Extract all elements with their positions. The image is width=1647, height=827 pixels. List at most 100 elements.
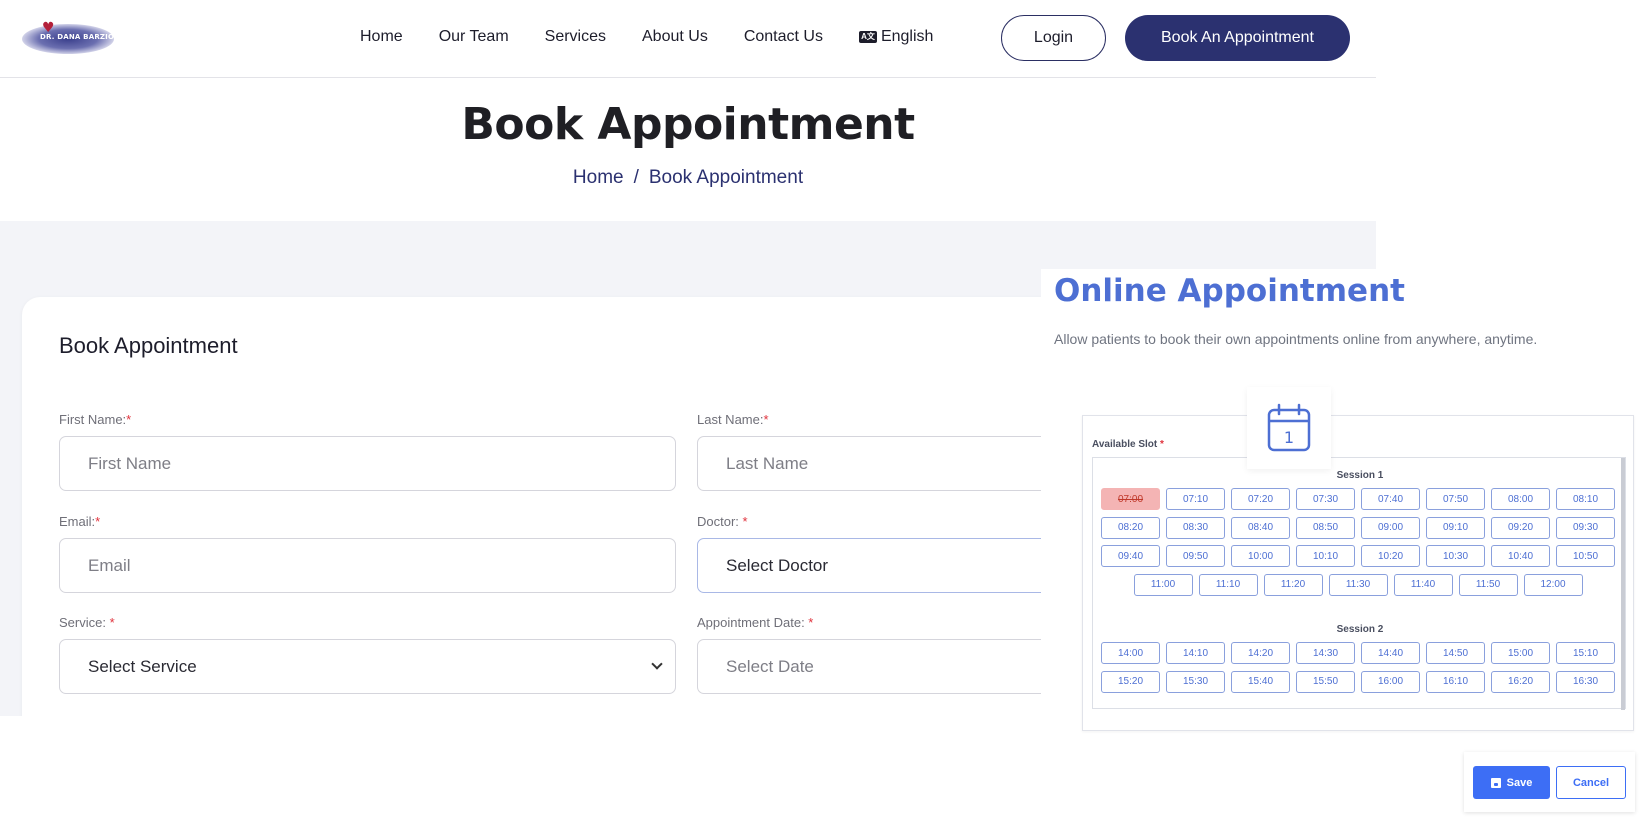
required-mark: * xyxy=(763,412,769,427)
time-slot[interactable]: 10:00 xyxy=(1231,545,1290,567)
slot-row: 14:00 14:10 14:20 14:30 14:40 14:50 15:00 15:10 xyxy=(1093,642,1623,664)
nav-about-us[interactable]: About Us xyxy=(642,28,708,46)
time-slot[interactable]: 10:10 xyxy=(1296,545,1355,567)
time-slot[interactable]: 07:00 xyxy=(1101,488,1160,510)
breadcrumb-separator: / xyxy=(633,167,639,188)
time-slot[interactable]: 11:10 xyxy=(1198,573,1258,596)
nav-our-team[interactable]: Our Team xyxy=(439,28,509,46)
email-input[interactable]: Email xyxy=(59,538,676,593)
breadcrumb: Home / Book Appointment xyxy=(0,167,1376,189)
time-slot[interactable]: 11:30 xyxy=(1328,573,1388,596)
time-slot[interactable]: 09:00 xyxy=(1361,516,1420,539)
scrollbar[interactable] xyxy=(1621,458,1625,710)
time-slot[interactable]: 09:10 xyxy=(1426,516,1485,539)
slot-list[interactable]: Session 1 07:00 07:10 07:20 07:30 07:40 07:50… xyxy=(1092,457,1626,710)
time-slot[interactable]: 07:30 xyxy=(1296,488,1355,510)
last-name-label-text: Last Name: xyxy=(697,412,764,427)
session-1-title: Session 1 xyxy=(1336,470,1384,481)
time-slot[interactable]: 15:40 xyxy=(1231,670,1290,693)
time-slot[interactable]: 11:40 xyxy=(1393,573,1453,596)
time-slot[interactable]: 08:00 xyxy=(1491,488,1550,510)
form-title: Book Appointment xyxy=(59,333,238,358)
time-slot[interactable]: 11:20 xyxy=(1263,573,1323,596)
calendar-day: 1 xyxy=(1284,428,1294,447)
time-slot[interactable]: 14:10 xyxy=(1166,642,1225,664)
book-appointment-button[interactable]: Book An Appointment xyxy=(1125,15,1350,61)
time-slot[interactable]: 07:40 xyxy=(1361,488,1420,510)
time-slot[interactable]: 12:00 xyxy=(1523,573,1583,596)
calendar-badge: 1 xyxy=(1247,387,1331,469)
online-appointment-title: Online Appointment xyxy=(1054,273,1405,309)
time-slot[interactable]: 15:30 xyxy=(1166,670,1225,693)
time-slot[interactable]: 14:00 xyxy=(1101,642,1160,664)
save-button[interactable]: Save xyxy=(1473,766,1550,799)
time-slot[interactable]: 14:30 xyxy=(1296,642,1355,664)
time-slot[interactable]: 08:30 xyxy=(1166,516,1225,539)
time-slot[interactable]: 07:10 xyxy=(1166,488,1225,510)
time-slot[interactable]: 14:50 xyxy=(1426,642,1485,664)
first-name-input[interactable]: First Name xyxy=(59,436,676,491)
time-slot[interactable]: 16:30 xyxy=(1556,670,1615,693)
time-slot[interactable]: 09:50 xyxy=(1166,545,1225,567)
appointment-date-label-text: Appointment Date: xyxy=(697,615,809,630)
translate-icon: A文 xyxy=(858,31,877,43)
time-slot[interactable]: 10:40 xyxy=(1491,545,1550,567)
time-slot[interactable]: 14:40 xyxy=(1361,642,1420,664)
slot-row: 15:20 15:30 15:40 15:50 16:00 16:10 16:20 16:30 xyxy=(1093,670,1623,693)
time-slot[interactable]: 16:20 xyxy=(1491,670,1550,693)
time-slot[interactable]: 09:30 xyxy=(1556,516,1615,539)
main-nav: Home Our Team Services About Us Contact … xyxy=(360,28,969,46)
time-slot[interactable]: 09:20 xyxy=(1491,516,1550,539)
nav-services[interactable]: Services xyxy=(545,28,606,46)
breadcrumb-home[interactable]: Home xyxy=(573,167,624,189)
required-mark: * xyxy=(126,412,132,427)
time-slot[interactable]: 08:50 xyxy=(1296,516,1355,539)
time-slot[interactable]: 15:00 xyxy=(1491,642,1550,664)
online-appointment-panel: Online Appointment Allow patients to boo… xyxy=(1041,269,1647,827)
time-slot[interactable]: 11:00 xyxy=(1133,573,1193,596)
time-slot[interactable]: 09:40 xyxy=(1101,545,1160,567)
first-name-label: First Name:* xyxy=(59,412,131,427)
cancel-button[interactable]: Cancel xyxy=(1556,766,1626,799)
email-label: Email:* xyxy=(59,514,100,529)
time-slot[interactable]: 10:30 xyxy=(1426,545,1485,567)
time-slot[interactable]: 10:20 xyxy=(1361,545,1420,567)
required-mark: * xyxy=(742,514,748,529)
logo-text: DR. DANA BARZIO xyxy=(40,33,115,41)
time-slot[interactable]: 15:10 xyxy=(1556,642,1615,664)
time-slot[interactable]: 07:50 xyxy=(1426,488,1485,510)
save-label: Save xyxy=(1506,776,1533,789)
required-mark: * xyxy=(808,615,814,630)
slot-row: 11:00 11:10 11:20 11:30 11:40 11:50 12:00 xyxy=(1093,573,1623,596)
last-name-label: Last Name:* xyxy=(697,412,769,427)
nav-home[interactable]: Home xyxy=(360,28,403,46)
time-slot[interactable]: 08:40 xyxy=(1231,516,1290,539)
form-actions: Save Cancel xyxy=(1464,752,1635,812)
online-appointment-subtitle: Allow patients to book their own appoint… xyxy=(1054,331,1538,347)
breadcrumb-current: Book Appointment xyxy=(648,167,804,188)
time-slot[interactable]: 08:20 xyxy=(1101,516,1160,539)
time-slot[interactable]: 15:50 xyxy=(1296,670,1355,693)
time-slot[interactable]: 10:50 xyxy=(1556,545,1615,567)
slot-row: 08:20 08:30 08:40 08:50 09:00 09:10 09:20 09:30 xyxy=(1093,516,1623,539)
session-2-title: Session 2 xyxy=(1336,624,1384,635)
page-hero: Book Appointment Home / Book Appointment xyxy=(0,79,1376,221)
time-slot[interactable]: 15:20 xyxy=(1101,670,1160,693)
time-slot[interactable]: 14:20 xyxy=(1231,642,1290,664)
available-slot-label: Available Slot * xyxy=(1092,439,1164,450)
page: ♥ DR. DANA BARZIO Home Our Team Services… xyxy=(0,0,1647,827)
login-button[interactable]: Login xyxy=(1001,15,1106,61)
language-switcher[interactable]: A文 English xyxy=(858,28,933,46)
chevron-down-icon xyxy=(651,658,663,670)
nav-contact-us[interactable]: Contact Us xyxy=(744,28,823,46)
logo[interactable]: ♥ DR. DANA BARZIO xyxy=(22,20,114,58)
time-slot[interactable]: 11:50 xyxy=(1458,573,1518,596)
required-mark: * xyxy=(95,514,101,529)
required-mark: * xyxy=(109,615,115,630)
time-slot[interactable]: 08:10 xyxy=(1556,488,1615,510)
slot-row: 07:00 07:10 07:20 07:30 07:40 07:50 08:00 08:10 xyxy=(1093,488,1623,510)
time-slot[interactable]: 16:00 xyxy=(1361,670,1420,693)
time-slot[interactable]: 16:10 xyxy=(1426,670,1485,693)
time-slot[interactable]: 07:20 xyxy=(1231,488,1290,510)
service-select[interactable]: Select Service xyxy=(59,639,676,694)
